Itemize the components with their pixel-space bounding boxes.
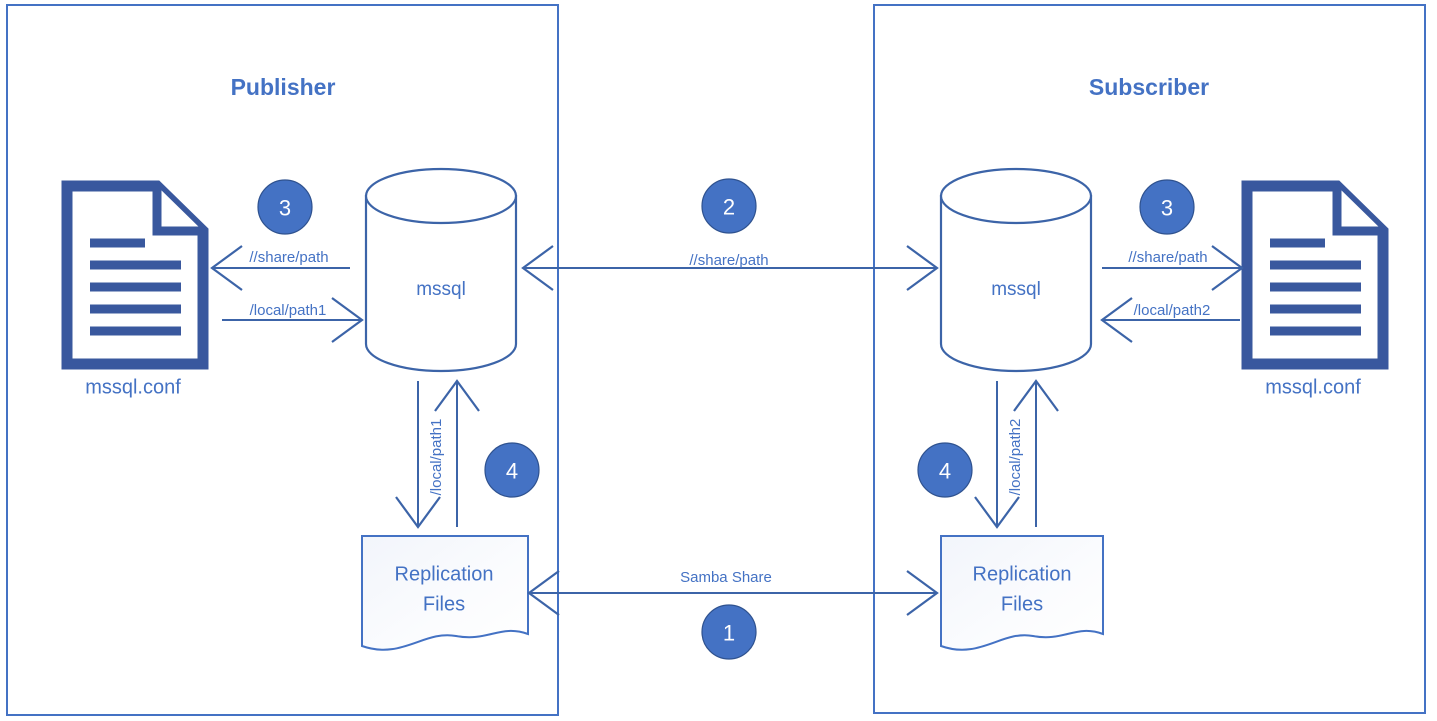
subscriber-replication-files-label-line2: Files: [1001, 593, 1043, 615]
publisher-database-cylinder: mssql: [364, 167, 518, 373]
link-files-to-files-badge-text: 1: [723, 621, 735, 646]
subscriber-badge-conf-text: 3: [1161, 196, 1173, 221]
publisher-badge-files[interactable]: 4: [484, 442, 540, 498]
publisher-replication-files-label-line2: Files: [423, 593, 465, 615]
subscriber-edge-local-path2-label: /local/path2: [1134, 302, 1211, 319]
subscriber-panel-title: Subscriber: [1089, 74, 1209, 100]
link-db-to-db-badge-text: 2: [723, 195, 735, 220]
diagram-root: Publisher mssql.conf mssql //share/path: [0, 0, 1437, 721]
publisher-edge-local-path1-label: /local/path1: [250, 302, 327, 319]
subscriber-badge-conf[interactable]: 3: [1139, 179, 1195, 235]
subscriber-edge-db-files-label: /local/path2: [1007, 419, 1024, 496]
subscriber-replication-files-label-line1: Replication: [973, 563, 1072, 585]
publisher-badge-conf-text: 3: [279, 196, 291, 221]
document-icon: [61, 180, 209, 370]
subscriber-database-cylinder: mssql: [939, 167, 1093, 373]
subscriber-database-label: mssql: [991, 279, 1041, 300]
subscriber-panel: Subscriber mssql mssql.conf //share/path: [873, 4, 1426, 714]
replication-architecture-diagram: Publisher mssql.conf mssql //share/path: [6, 4, 1426, 716]
publisher-replication-files-label-line1: Replication: [395, 563, 494, 585]
publisher-badge-files-text: 4: [506, 459, 518, 484]
subscriber-conf-caption: mssql.conf: [1265, 376, 1361, 398]
subscriber-edge-share-path-label: //share/path: [1128, 249, 1207, 266]
publisher-edge-db-files-label: /local/path1: [428, 419, 445, 496]
subscriber-badge-files[interactable]: 4: [917, 442, 973, 498]
publisher-edge-share-path-label: //share/path: [249, 249, 328, 266]
link-db-to-db-badge[interactable]: 2: [701, 178, 757, 234]
link-files-to-files-badge[interactable]: 1: [701, 604, 757, 660]
publisher-conf-caption: mssql.conf: [85, 376, 181, 398]
publisher-database-label: mssql: [416, 279, 466, 300]
publisher-panel: Publisher mssql.conf mssql //share/path: [6, 4, 559, 716]
publisher-panel-title: Publisher: [231, 74, 336, 100]
link-files-to-files-label: Samba Share: [680, 569, 772, 586]
link-db-to-db-label: //share/path: [689, 252, 768, 269]
publisher-badge-conf[interactable]: 3: [257, 179, 313, 235]
document-icon: [1241, 180, 1389, 370]
subscriber-badge-files-text: 4: [939, 459, 951, 484]
